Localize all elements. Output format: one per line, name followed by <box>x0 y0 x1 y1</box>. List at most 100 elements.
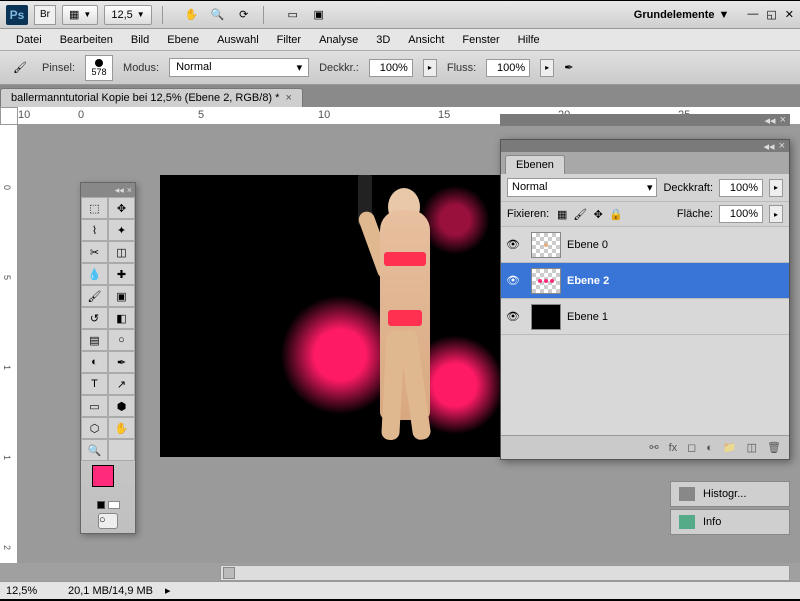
default-colors-icon[interactable] <box>97 501 105 509</box>
flow-input[interactable]: 100% <box>486 59 530 77</box>
menu-fenster[interactable]: Fenster <box>454 32 507 48</box>
close-icon[interactable]: × <box>780 114 786 126</box>
fill-input[interactable]: 100% <box>719 205 763 223</box>
collapse-icon[interactable]: ◂◂ <box>764 140 775 152</box>
lock-all-icon[interactable]: 🔒 <box>609 207 623 221</box>
layer-thumbnail[interactable] <box>531 268 561 294</box>
menu-hilfe[interactable]: Hilfe <box>510 32 548 48</box>
opacity-arrow-icon[interactable]: ▸ <box>423 59 437 77</box>
eyedropper-tool[interactable]: 💧 <box>81 263 108 285</box>
collapse-icon[interactable]: ◂◂ <box>115 185 124 196</box>
bridge-icon[interactable]: Br <box>34 5 56 25</box>
path-tool[interactable]: ↗ <box>108 373 135 395</box>
arrange-icon[interactable]: ▭ <box>284 6 302 24</box>
layer-name[interactable]: Ebene 0 <box>567 239 608 251</box>
dodge-tool[interactable]: ◐ <box>81 351 108 373</box>
flow-arrow-icon[interactable]: ▸ <box>540 59 554 77</box>
hand-tool[interactable]: ✋ <box>108 417 135 439</box>
slice-tool[interactable]: ◫ <box>108 241 135 263</box>
close-icon[interactable]: ✕ <box>785 8 794 21</box>
layers-tab[interactable]: Ebenen <box>505 155 565 174</box>
menu-bearbeiten[interactable]: Bearbeiten <box>52 32 121 48</box>
lasso-tool[interactable]: ⌇ <box>81 219 108 241</box>
layer-name[interactable]: Ebene 1 <box>567 311 608 323</box>
layer-row[interactable]: 👁 Ebene 2 <box>501 263 789 299</box>
maximize-icon[interactable]: ◱ <box>766 8 776 21</box>
move-tool[interactable]: ✥ <box>108 197 135 219</box>
healing-tool[interactable]: ✚ <box>108 263 135 285</box>
lock-position-icon[interactable]: ✥ <box>591 207 605 221</box>
lock-pixels-icon[interactable]: 🖌 <box>573 207 587 221</box>
opacity-input[interactable]: 100% <box>369 59 413 77</box>
collapse-icon[interactable]: ◂◂ <box>765 114 776 126</box>
close-tab-icon[interactable]: × <box>285 92 291 104</box>
group-icon[interactable]: 📁 <box>723 441 737 454</box>
brush-tool[interactable]: 🖌 <box>81 285 108 307</box>
lock-transparency-icon[interactable]: ▦ <box>555 207 569 221</box>
screen-mode-icon[interactable]: ▣ <box>310 6 328 24</box>
layout-dropdown[interactable]: ▦▼ <box>62 5 98 25</box>
crop-tool[interactable]: ✂ <box>81 241 108 263</box>
blur-tool[interactable]: ○ <box>108 329 135 351</box>
document-tab[interactable]: ballermanntutorial Kopie bei 12,5% (Eben… <box>0 88 303 107</box>
rotate-icon[interactable]: ⟳ <box>235 6 253 24</box>
menu-ebene[interactable]: Ebene <box>159 32 207 48</box>
marquee-tool[interactable]: ⬚ <box>81 197 108 219</box>
3d-tool[interactable]: ⬢ <box>108 395 135 417</box>
menu-ansicht[interactable]: Ansicht <box>400 32 452 48</box>
layer-thumbnail[interactable] <box>531 232 561 258</box>
type-tool[interactable]: T <box>81 373 108 395</box>
visibility-icon[interactable]: 👁 <box>501 274 525 287</box>
close-icon[interactable]: × <box>779 140 785 152</box>
ruler-origin[interactable] <box>0 107 18 125</box>
foreground-color[interactable] <box>92 465 114 487</box>
visibility-icon[interactable]: 👁 <box>501 238 525 251</box>
menu-datei[interactable]: Datei <box>8 32 50 48</box>
opacity-arrow-icon[interactable]: ▸ <box>769 179 783 197</box>
gradient-tool[interactable]: ▤ <box>81 329 108 351</box>
status-arrow-icon[interactable]: ▸ <box>165 584 171 597</box>
visibility-icon[interactable]: 👁 <box>501 310 525 323</box>
layer-blend-select[interactable]: Normal▾ <box>507 178 657 197</box>
eraser-tool[interactable]: ◧ <box>108 307 135 329</box>
zoom-value[interactable]: 12,5% <box>6 585 56 597</box>
layer-thumbnail[interactable] <box>531 304 561 330</box>
zoom-icon[interactable]: 🔍 <box>209 6 227 24</box>
layer-opacity-input[interactable]: 100% <box>719 179 763 197</box>
shape-tool[interactable]: ▭ <box>81 395 108 417</box>
zoom-tool[interactable]: 🔍 <box>81 439 108 461</box>
layer-fx-icon[interactable]: fx <box>669 442 678 454</box>
pen-tool[interactable]: ✒ <box>108 351 135 373</box>
wand-tool[interactable]: ✦ <box>108 219 135 241</box>
histogram-panel-button[interactable]: Histogr... <box>670 481 790 507</box>
airbrush-icon[interactable]: ✒ <box>564 61 573 74</box>
swap-colors-icon[interactable] <box>108 501 120 509</box>
3d-camera-tool[interactable]: ⬡ <box>81 417 108 439</box>
hand-icon[interactable]: ✋ <box>183 6 201 24</box>
layer-mask-icon[interactable]: ◻ <box>687 441 696 454</box>
close-icon[interactable]: × <box>127 185 132 195</box>
menu-bild[interactable]: Bild <box>123 32 157 48</box>
minimize-icon[interactable]: — <box>747 8 758 21</box>
workspace-switcher[interactable]: Grundelemente▼ <box>634 9 730 21</box>
zoom-dropdown[interactable]: 12,5▼ <box>104 5 151 25</box>
layer-row[interactable]: 👁 Ebene 1 <box>501 299 789 335</box>
new-layer-icon[interactable]: ◫ <box>747 441 757 454</box>
document-canvas[interactable] <box>160 175 530 457</box>
brush-picker[interactable]: 578 <box>85 55 113 81</box>
ruler-vertical[interactable]: 0 5 1 1 2 <box>0 125 18 563</box>
blend-mode-select[interactable]: Normal▾ <box>169 58 309 77</box>
tool-preset-icon[interactable]: 🖌 <box>8 56 32 80</box>
layer-name[interactable]: Ebene 2 <box>567 275 609 287</box>
menu-3d[interactable]: 3D <box>368 32 398 48</box>
adjustment-layer-icon[interactable]: ◐ <box>706 442 713 454</box>
horizontal-scrollbar[interactable] <box>220 565 790 581</box>
menu-analyse[interactable]: Analyse <box>311 32 366 48</box>
stamp-tool[interactable]: ▣ <box>108 285 135 307</box>
menu-auswahl[interactable]: Auswahl <box>209 32 267 48</box>
fill-arrow-icon[interactable]: ▸ <box>769 205 783 223</box>
quick-mask-icon[interactable]: ○ <box>98 513 118 529</box>
history-brush-tool[interactable]: ↺ <box>81 307 108 329</box>
delete-layer-icon[interactable]: 🗑 <box>767 441 781 454</box>
menu-filter[interactable]: Filter <box>269 32 309 48</box>
